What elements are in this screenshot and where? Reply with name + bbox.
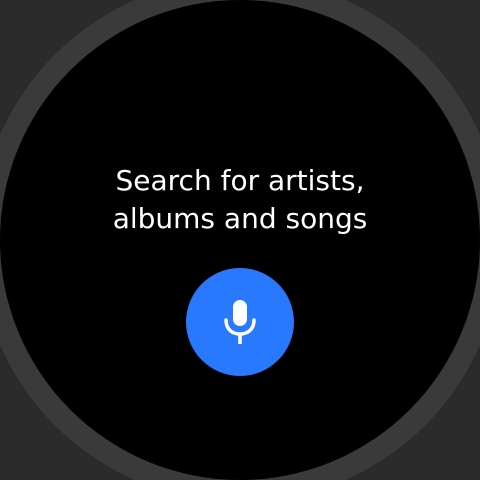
search-prompt-line-1: Search for artists, <box>115 164 365 197</box>
search-prompt-line-2: albums and songs <box>112 202 368 235</box>
watch-screen: Search for artists, albums and songs <box>0 0 480 480</box>
search-prompt: Search for artists, albums and songs <box>0 162 480 238</box>
microphone-icon <box>224 300 256 344</box>
voice-search-button[interactable] <box>186 268 294 376</box>
watch-frame: Search for artists, albums and songs <box>0 0 480 480</box>
